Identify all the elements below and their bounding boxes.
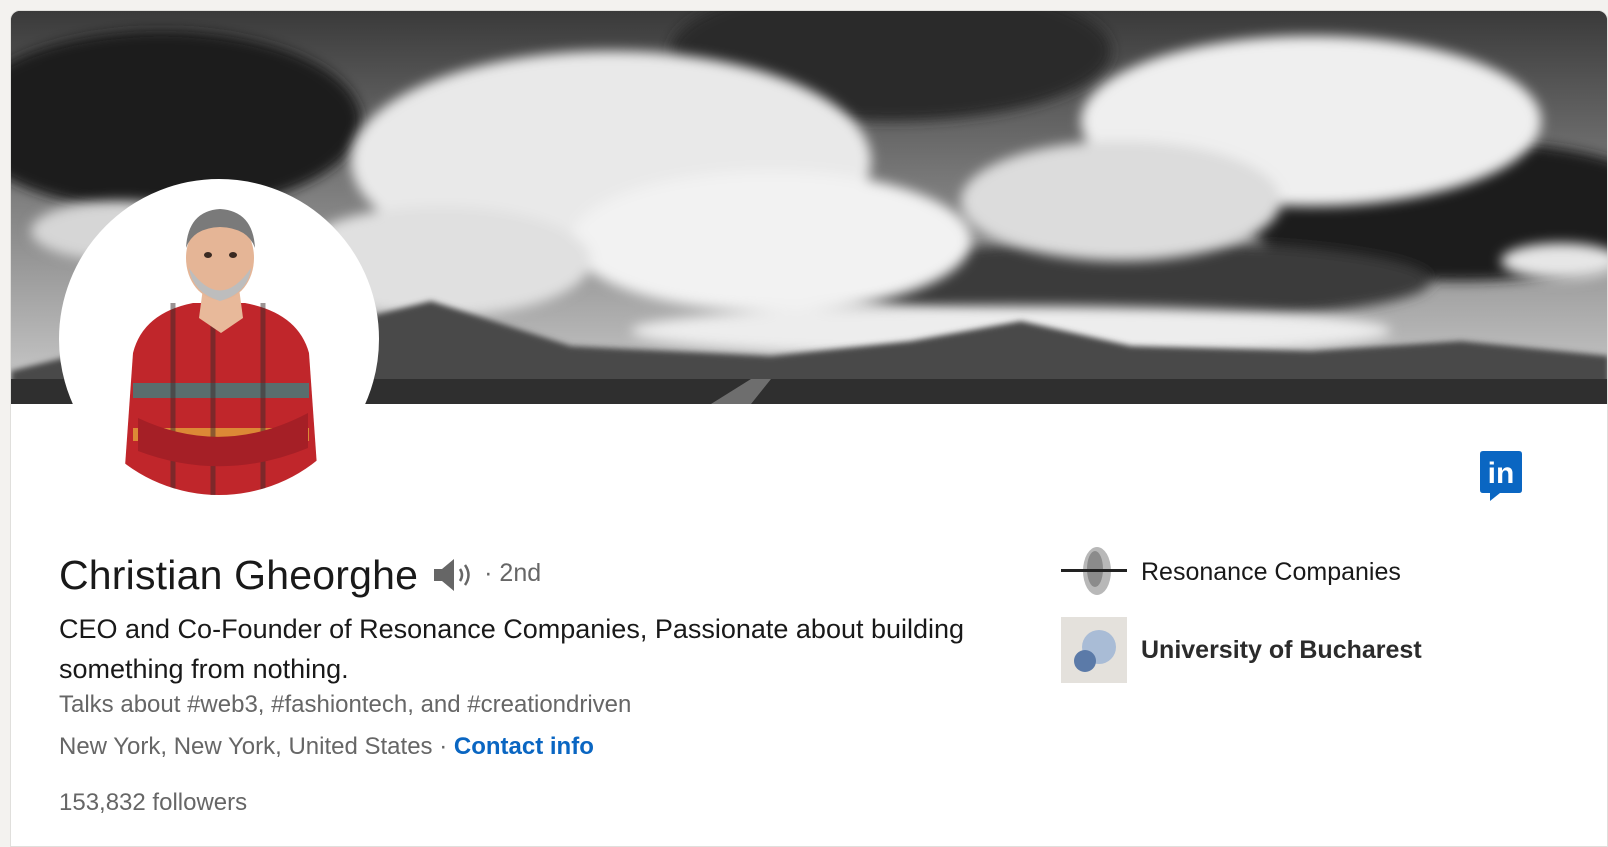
organization-name: Resonance Companies [1141,557,1401,586]
speaker-icon[interactable] [432,555,476,595]
location-row: New York, New York, United States · Cont… [59,733,594,761]
contact-info-link[interactable]: Contact info [454,733,594,760]
organization-item[interactable]: University of Bucharest [1061,617,1422,683]
profile-location: New York, New York, United States [59,733,433,760]
name-row: Christian Gheorghe · 2nd [59,545,541,605]
connection-degree: · 2nd [484,558,542,587]
location-separator: · [432,733,454,760]
resonance-logo-icon [1061,539,1127,605]
university-logo-icon [1061,617,1127,683]
organization-item[interactable]: Resonance Companies [1061,539,1401,605]
svg-text:in: in [1488,457,1515,490]
talks-about: Talks about #web3, #fashiontech, and #cr… [59,691,632,718]
followers-count: 153,832 followers [59,789,248,816]
profile-headline: CEO and Co-Founder of Resonance Companie… [59,614,965,684]
linkedin-icon[interactable]: in [1480,451,1522,501]
profile-card: in Christian Gheorghe · 2nd CEO and Co-F… [10,10,1608,847]
profile-photo[interactable] [59,179,379,499]
profile-name: Christian Gheorghe [59,551,419,598]
organization-name: University of Bucharest [1141,635,1422,664]
